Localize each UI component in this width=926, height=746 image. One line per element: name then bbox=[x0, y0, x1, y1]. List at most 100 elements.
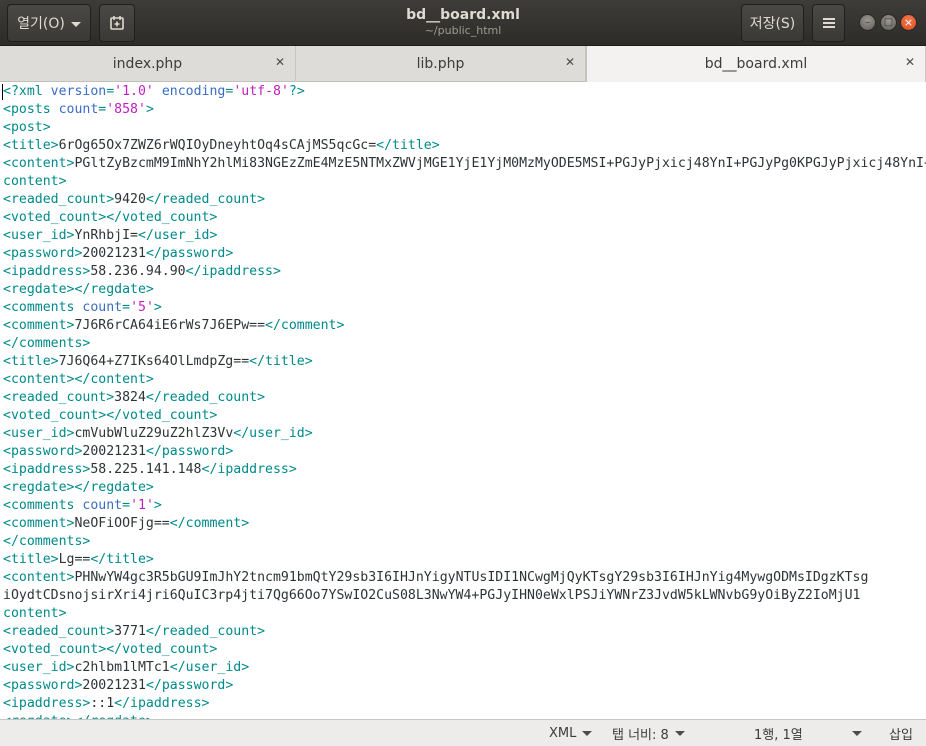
code-token: <content></content> bbox=[3, 372, 154, 387]
tab-width-selector[interactable]: 탭 너비: 8 bbox=[612, 724, 685, 743]
code-token: <comment> bbox=[3, 516, 75, 531]
code-token: 3771 bbox=[114, 624, 146, 639]
tab-lib-php[interactable]: lib.php ✕ bbox=[296, 46, 586, 82]
code-token: <title> bbox=[3, 552, 59, 567]
code-token: 7J6R6rCA64iE6rWs7J6EPw== bbox=[74, 318, 266, 333]
code-token: </readed_count> bbox=[145, 390, 266, 405]
code-line: <voted_count></voted_count> bbox=[0, 641, 926, 659]
code-token: > bbox=[153, 300, 162, 315]
code-line: <voted_count></voted_count> bbox=[0, 209, 926, 227]
code-token: <voted_count></voted_count> bbox=[3, 210, 218, 225]
new-document-button[interactable] bbox=[99, 4, 135, 42]
chevron-down-icon bbox=[674, 731, 685, 736]
code-token: PHNwYW4gc3R5bGU9ImJhY2tncm91bmQtY29sb3I6… bbox=[74, 570, 869, 585]
code-line: <?xml version='1.0' encoding='utf-8'?> bbox=[0, 83, 926, 101]
code-line: <title>Lg==</title> bbox=[0, 551, 926, 569]
code-token: <user_id> bbox=[3, 426, 75, 441]
close-window-button[interactable]: × bbox=[900, 14, 917, 31]
menu-button[interactable] bbox=[812, 4, 845, 42]
open-button[interactable]: 열기(O) bbox=[7, 4, 91, 42]
code-token: YnRhbjI= bbox=[74, 228, 138, 243]
code-token: 58.236.94.90 bbox=[90, 264, 186, 279]
code-line: <user_id>c2hlbm1lMTc1</user_id> bbox=[0, 659, 926, 677]
code-token: version bbox=[50, 84, 107, 99]
close-tab-icon[interactable]: ✕ bbox=[905, 55, 915, 69]
tab-label: index.php bbox=[112, 56, 183, 72]
code-token: <password> bbox=[3, 444, 83, 459]
code-token: </user_id> bbox=[233, 426, 313, 441]
tab-index-php[interactable]: index.php ✕ bbox=[0, 46, 296, 82]
code-line: <content></content> bbox=[0, 371, 926, 389]
tab-label: bd__board.xml bbox=[704, 56, 808, 72]
hamburger-icon bbox=[822, 18, 835, 28]
code-token: Lg== bbox=[58, 552, 91, 567]
code-token: content> bbox=[3, 174, 67, 189]
code-token: </password> bbox=[145, 678, 234, 693]
code-token: content> bbox=[3, 606, 67, 621]
code-token: iOydtCDsnojsirXri4jri6QuIC3rp4jti7Qg66Oo… bbox=[3, 588, 861, 603]
code-line: <content>PHNwYW4gc3R5bGU9ImJhY2tncm91bmQ… bbox=[0, 569, 926, 587]
open-button-label: 열기(O) bbox=[17, 16, 65, 32]
code-token: </ipaddress> bbox=[185, 264, 281, 279]
code-token: NeOFiOOFjg== bbox=[74, 516, 170, 531]
tab-bd-board-xml[interactable]: bd__board.xml ✕ bbox=[586, 46, 926, 82]
code-token: <content> bbox=[3, 570, 75, 585]
code-token: </ipaddress> bbox=[114, 696, 210, 711]
code-token: <ipaddress> bbox=[3, 696, 91, 711]
code-token: 58.225.141.148 bbox=[90, 462, 202, 477]
code-token: <user_id> bbox=[3, 228, 75, 243]
code-token: <comments bbox=[3, 498, 83, 513]
insert-mode[interactable]: 삽입 bbox=[889, 724, 913, 743]
code-line: <ipaddress>58.225.141.148</ipaddress> bbox=[0, 461, 926, 479]
new-document-icon bbox=[110, 16, 124, 30]
position-dropdown[interactable] bbox=[852, 724, 862, 743]
code-token: </title> bbox=[90, 552, 154, 567]
document-path: ~/public_html bbox=[424, 24, 502, 37]
code-token: cmVubWluZ29uZ2hlZ3Vv bbox=[74, 426, 234, 441]
code-line: <regdate></regdate> bbox=[0, 479, 926, 497]
minimize-button[interactable]: – bbox=[859, 14, 876, 31]
code-line: <regdate></regdate> bbox=[0, 281, 926, 299]
code-token: 20021231 bbox=[82, 678, 146, 693]
code-token: <user_id> bbox=[3, 660, 75, 675]
close-tab-icon[interactable]: ✕ bbox=[275, 55, 285, 69]
code-line: <readed_count>9420</readed_count> bbox=[0, 191, 926, 209]
tab-label: lib.php bbox=[416, 56, 465, 72]
document-title: bd__board.xml bbox=[406, 7, 520, 23]
code-token: <password> bbox=[3, 246, 83, 261]
text-editor[interactable]: <?xml version='1.0' encoding='utf-8'?> <p… bbox=[0, 83, 926, 719]
code-token: <post> bbox=[3, 120, 51, 135]
code-token: <readed_count> bbox=[3, 390, 115, 405]
code-token: 20021231 bbox=[82, 246, 146, 261]
code-line: <comment>7J6R6rCA64iE6rWs7J6EPw==</comme… bbox=[0, 317, 926, 335]
tab-bar: index.php ✕ lib.php ✕ bd__board.xml ✕ bbox=[0, 46, 926, 82]
minimize-icon: – bbox=[865, 17, 870, 28]
code-line: content> bbox=[0, 173, 926, 191]
code-token: <posts bbox=[3, 102, 59, 117]
save-button[interactable]: 저장(S) bbox=[741, 4, 804, 42]
code-token: 3824 bbox=[114, 390, 146, 405]
code-token: </comment> bbox=[265, 318, 345, 333]
code-token: 6rOg65Ox7ZWZ6rWQIOyDneyhtOq4sCAjMS5qcGc= bbox=[58, 138, 377, 153]
code-token: = bbox=[106, 84, 115, 99]
language-selector[interactable]: XML bbox=[549, 724, 593, 743]
code-line: iOydtCDsnojsirXri4jri6QuIC3rp4jti7Qg66Oo… bbox=[0, 587, 926, 605]
code-token: </title> bbox=[249, 354, 313, 369]
insert-mode-label: 삽입 bbox=[889, 728, 913, 743]
code-token: </comment> bbox=[169, 516, 250, 531]
cursor-position[interactable]: 1행, 1열 bbox=[754, 724, 803, 743]
code-line: <user_id>YnRhbjI=</user_id> bbox=[0, 227, 926, 245]
code-token: count bbox=[82, 498, 123, 513]
code-line: <content>PGltZyBzcmM9ImNhY2hlMi83NGEzZmE… bbox=[0, 155, 926, 173]
code-token: <ipaddress> bbox=[3, 462, 91, 477]
code-line: <post> bbox=[0, 119, 926, 137]
code-token: '1' bbox=[130, 498, 154, 513]
maximize-button[interactable]: □ bbox=[880, 14, 897, 31]
code-token: </comments> bbox=[3, 534, 91, 549]
code-token: <?xml bbox=[3, 84, 51, 99]
code-token: > bbox=[153, 498, 162, 513]
code-line: <user_id>cmVubWluZ29uZ2hlZ3Vv</user_id> bbox=[0, 425, 926, 443]
code-token: <ipaddress> bbox=[3, 264, 91, 279]
close-tab-icon[interactable]: ✕ bbox=[565, 55, 575, 69]
code-line: <password>20021231</password> bbox=[0, 245, 926, 263]
